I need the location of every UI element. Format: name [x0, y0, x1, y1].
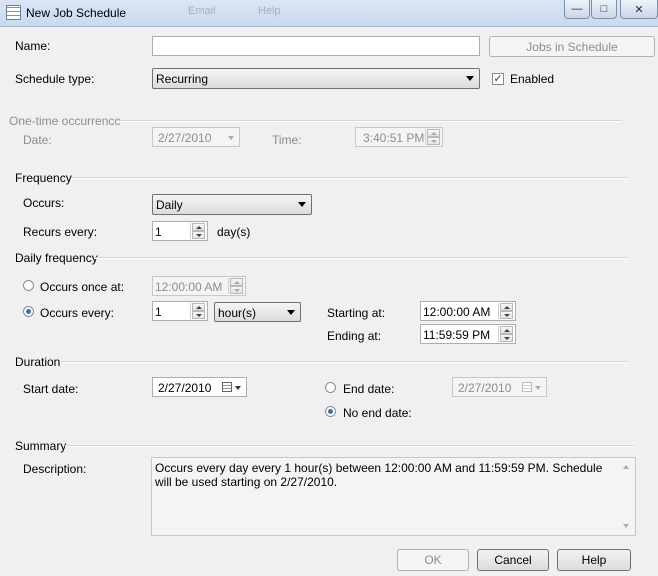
background-menu-email: Email: [188, 5, 216, 17]
ending-at-label: Ending at:: [327, 329, 382, 343]
occurs-every-unit-value: hour(s): [218, 306, 257, 320]
no-end-date-radio[interactable]: [325, 406, 336, 417]
recurs-spinner[interactable]: [190, 223, 206, 239]
description-text: Occurs every day every 1 hour(s) between…: [155, 461, 603, 489]
starting-at-time-picker[interactable]: 12:00:00 AM: [420, 301, 516, 321]
start-date-label: Start date:: [23, 382, 79, 396]
chevron-down-icon[interactable]: [235, 386, 241, 390]
calendar-icon[interactable]: [522, 382, 532, 392]
starting-at-label: Starting at:: [327, 306, 386, 320]
end-date-picker[interactable]: 2/27/2010: [452, 377, 547, 397]
once-time-spinner[interactable]: [228, 278, 244, 294]
one-time-time-label: Time:: [272, 133, 302, 147]
one-time-time-picker[interactable]: 3:40:51 PM: [355, 127, 443, 147]
occurs-once-time-picker[interactable]: 12:00:00 AM: [152, 276, 246, 296]
occurs-every-value: 1: [155, 305, 162, 319]
frequency-header: Frequency: [15, 171, 72, 185]
schedule-type-value: Recurring: [156, 72, 209, 86]
occurs-once-value: 12:00:00 AM: [155, 280, 223, 294]
occurs-every-unit-select[interactable]: hour(s): [214, 302, 301, 322]
schedule-type-select[interactable]: Recurring: [152, 68, 480, 89]
one-time-time-value: 3:40:51 PM: [363, 131, 425, 145]
description-scrollbar[interactable]: [618, 459, 634, 534]
enabled-checkbox[interactable]: ✓: [492, 73, 504, 85]
recurs-unit-label: day(s): [217, 225, 251, 239]
window-title: New Job Schedule: [26, 6, 127, 20]
ending-at-value: 11:59:59 PM: [423, 328, 491, 342]
duration-divider: [62, 361, 628, 363]
recurs-every-value: 1: [155, 225, 162, 239]
description-textarea[interactable]: Occurs every day every 1 hour(s) between…: [151, 457, 636, 536]
chevron-down-icon: [298, 202, 306, 207]
cancel-button[interactable]: Cancel: [477, 549, 549, 571]
occurs-every-label: Occurs every:: [40, 306, 115, 320]
no-end-date-label: No end date:: [343, 406, 412, 420]
name-label: Name:: [15, 39, 51, 53]
chevron-down-icon: [466, 76, 474, 81]
ending-at-spinner[interactable]: [498, 326, 514, 342]
end-date-radio[interactable]: [325, 382, 336, 393]
one-time-date-value: 2/27/2010: [158, 131, 212, 145]
description-label: Description:: [23, 462, 87, 476]
end-date-value: 2/27/2010: [458, 381, 512, 395]
summary-divider: [65, 445, 634, 447]
recurs-every-label: Recurs every:: [23, 225, 98, 239]
ok-button[interactable]: OK: [397, 549, 469, 571]
starting-at-value: 12:00:00 AM: [423, 305, 491, 319]
occurs-every-spinner[interactable]: [190, 303, 206, 319]
start-date-picker[interactable]: 2/27/2010: [152, 377, 247, 397]
chevron-down-icon: [228, 136, 234, 140]
recurs-every-input[interactable]: 1: [152, 221, 208, 241]
occurs-once-radio[interactable]: [23, 280, 34, 291]
chevron-down-icon[interactable]: [535, 386, 541, 390]
daily-frequency-header: Daily frequency: [15, 251, 98, 265]
time-spinner[interactable]: [425, 129, 441, 145]
scroll-up-icon[interactable]: [623, 465, 629, 469]
ending-at-time-picker[interactable]: 11:59:59 PM: [420, 324, 516, 344]
jobs-in-schedule-button[interactable]: Jobs in Schedule: [489, 36, 655, 57]
help-button[interactable]: Help: [557, 549, 631, 571]
occurs-value: Daily: [156, 198, 183, 212]
duration-header: Duration: [15, 355, 61, 369]
background-menu-help: Help: [258, 5, 281, 17]
close-icon[interactable]: ✕: [620, 0, 658, 19]
scroll-down-icon[interactable]: [623, 524, 629, 528]
maximize-icon[interactable]: □: [591, 0, 617, 19]
summary-header: Summary: [15, 439, 67, 453]
occurs-once-label: Occurs once at:: [40, 280, 125, 294]
one-time-divider: [116, 120, 622, 122]
frequency-divider: [71, 177, 628, 179]
chevron-down-icon: [287, 310, 295, 315]
name-input[interactable]: [152, 36, 480, 56]
one-time-date-picker[interactable]: 2/27/2010: [152, 127, 240, 147]
enabled-label: Enabled: [510, 72, 555, 86]
daily-frequency-divider: [94, 257, 628, 259]
occurs-every-radio[interactable]: [23, 306, 34, 317]
minimize-icon[interactable]: —: [564, 0, 590, 19]
calendar-icon[interactable]: [222, 382, 232, 392]
end-date-label: End date:: [343, 382, 395, 396]
one-time-occurrence-header: One-time occurrence: [9, 114, 122, 128]
title-bar[interactable]: New Job Schedule Email Help — □ ✕: [0, 0, 658, 27]
schedule-grid-icon: [6, 5, 21, 20]
occurs-every-input[interactable]: 1: [152, 301, 208, 321]
occurs-select[interactable]: Daily: [152, 194, 312, 215]
schedule-type-label: Schedule type:: [15, 72, 95, 86]
one-time-date-label: Date:: [23, 133, 52, 147]
start-date-value: 2/27/2010: [158, 381, 212, 395]
occurs-label: Occurs:: [23, 196, 65, 210]
starting-at-spinner[interactable]: [498, 303, 514, 319]
